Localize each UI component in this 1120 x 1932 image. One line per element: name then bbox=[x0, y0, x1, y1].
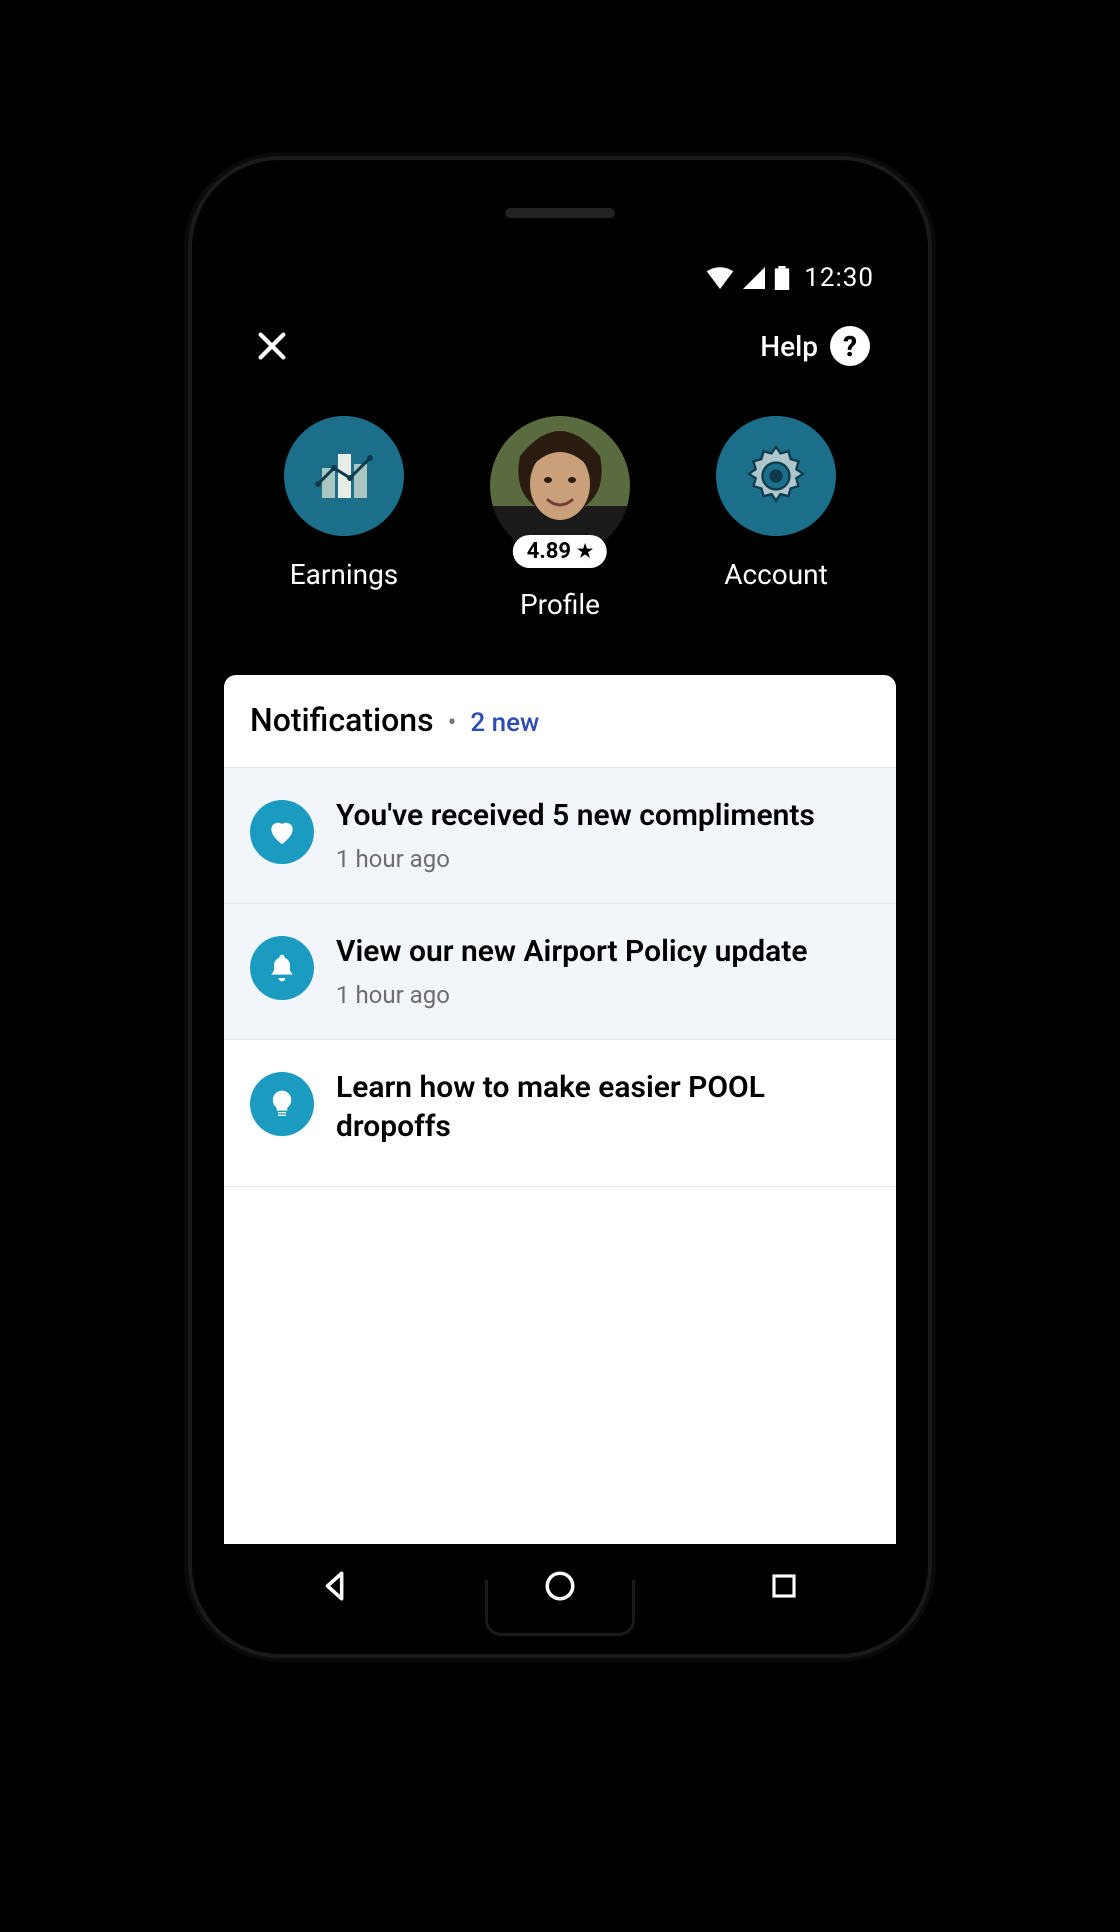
card-title: Notifications bbox=[250, 701, 434, 739]
notification-list: You've received 5 new compliments 1 hour… bbox=[224, 768, 896, 1544]
notification-item[interactable]: Learn how to make easier POOL dropoffs bbox=[224, 1040, 896, 1187]
phone-frame: 12:30 Help ? bbox=[192, 160, 928, 1654]
cellular-icon bbox=[742, 267, 766, 289]
android-back-button[interactable] bbox=[314, 1564, 358, 1608]
android-recent-button[interactable] bbox=[762, 1564, 806, 1608]
home-button-chin bbox=[485, 1580, 635, 1636]
top-nav: Earnings bbox=[224, 386, 896, 667]
separator: • bbox=[448, 708, 457, 738]
wifi-icon bbox=[706, 267, 734, 289]
nav-profile[interactable]: 4.89 ★ Profile bbox=[453, 416, 667, 621]
earnings-icon bbox=[284, 416, 404, 536]
help-button[interactable]: Help ? bbox=[760, 326, 870, 366]
notification-time: 1 hour ago bbox=[336, 845, 870, 873]
status-bar: 12:30 bbox=[224, 250, 896, 306]
rating-value: 4.89 bbox=[527, 539, 571, 564]
notification-title: Learn how to make easier POOL dropoffs bbox=[336, 1068, 870, 1146]
help-icon: ? bbox=[830, 326, 870, 366]
help-label: Help bbox=[760, 330, 818, 363]
lightbulb-icon bbox=[250, 1072, 314, 1136]
notification-item[interactable]: You've received 5 new compliments 1 hour… bbox=[224, 768, 896, 904]
notification-item[interactable]: View our new Airport Policy update 1 hou… bbox=[224, 904, 896, 1040]
heart-icon bbox=[250, 800, 314, 864]
battery-icon bbox=[774, 266, 790, 290]
star-icon: ★ bbox=[577, 541, 593, 562]
screen: 12:30 Help ? bbox=[224, 250, 896, 1544]
gear-icon bbox=[716, 416, 836, 536]
notification-title: View our new Airport Policy update bbox=[336, 932, 870, 971]
rating-badge: 4.89 ★ bbox=[513, 535, 607, 568]
notification-title: You've received 5 new compliments bbox=[336, 796, 870, 835]
card-header: Notifications • 2 new bbox=[224, 675, 896, 768]
nav-earnings[interactable]: Earnings bbox=[237, 416, 451, 591]
new-count[interactable]: 2 new bbox=[470, 708, 539, 738]
close-button[interactable] bbox=[250, 324, 294, 368]
status-time: 12:30 bbox=[804, 263, 874, 293]
nav-label: Profile bbox=[520, 588, 600, 621]
nav-account[interactable]: Account bbox=[669, 416, 883, 591]
nav-label: Account bbox=[724, 558, 828, 591]
notifications-card: Notifications • 2 new You've received 5 … bbox=[224, 675, 896, 1544]
bell-icon bbox=[250, 936, 314, 1000]
notification-time: 1 hour ago bbox=[336, 981, 870, 1009]
nav-label: Earnings bbox=[290, 558, 399, 591]
app-bar: Help ? bbox=[224, 306, 896, 386]
